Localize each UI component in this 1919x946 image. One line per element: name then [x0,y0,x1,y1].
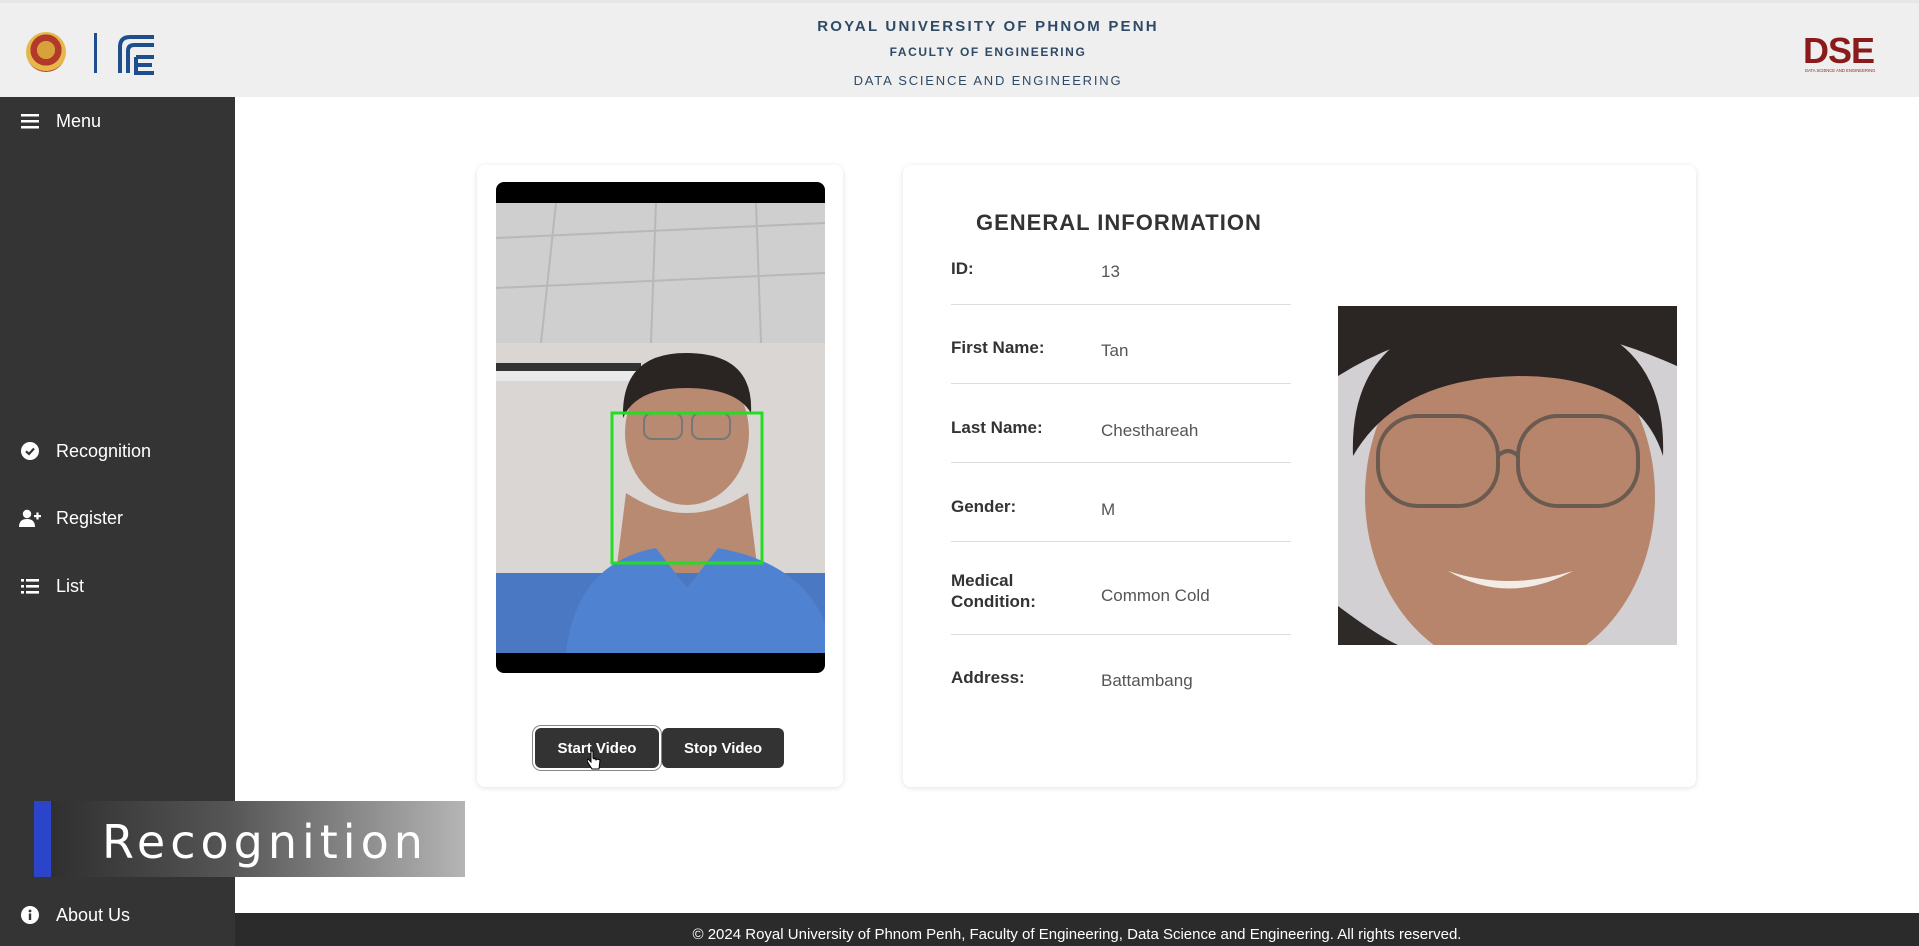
sidebar-item-list[interactable]: List [0,566,235,606]
field-divider [951,304,1291,305]
sidebar-item-register[interactable]: Register [0,498,235,538]
camera-feed-image [496,203,825,653]
sidebar-item-recognition[interactable]: Recognition [0,431,235,471]
dse-logo-subtext: DATA SCIENCE AND ENGINEERING [1805,68,1875,73]
menu-toggle[interactable]: Menu [0,101,235,141]
field-divider [951,541,1291,542]
field-divider [951,383,1291,384]
field-label-last-name: Last Name: [951,418,1043,437]
video-card: Start Video Stop Video [477,165,843,787]
dse-logo-text: DSE [1803,33,1874,71]
sidebar-item-label: List [56,575,85,596]
field-divider [951,634,1291,635]
add-user-icon [19,507,41,529]
field-label-gender: Gender: [951,497,1017,516]
field-label-id: ID: [951,259,974,278]
hamburger-icon[interactable] [19,110,41,132]
site-header: ROYAL UNIVERSITY OF PHNOM PENH FACULTY O… [0,0,1919,97]
sidebar-item-label: About Us [56,904,131,925]
field-value-gender: M [1101,500,1116,519]
info-card: GENERAL INFORMATION ID: 13 First Name: T… [903,165,1696,787]
site-footer: © 2024 Royal University of Phnom Penh, F… [235,913,1919,946]
field-value-last-name: Chesthareah [1101,421,1199,440]
caption-accent-bar [34,801,51,877]
video-feed [496,182,825,673]
stop-video-button[interactable]: Stop Video [662,728,784,768]
field-value-medical-condition: Common Cold [1101,586,1210,605]
dse-logo-icon: DSE DATA SCIENCE AND ENGINEERING [1803,33,1875,73]
menu-label: Menu [56,110,102,131]
sidebar-item-label: Register [56,507,124,528]
mouse-cursor-icon [587,750,601,770]
sidebar-item-about[interactable]: About Us [0,895,235,935]
info-title: GENERAL INFORMATION [976,210,1262,235]
field-value-first-name: Tan [1101,341,1129,360]
list-icon [19,575,41,597]
section-caption: Recognition [34,801,465,877]
field-label-first-name: First Name: [951,338,1045,357]
field-label-medical-condition: Medical Condition: [951,571,1036,611]
department-name: DATA SCIENCE AND ENGINEERING [853,73,1123,88]
field-value-address: Battambang [1101,671,1193,690]
field-value-id: 13 [1101,262,1120,281]
field-divider [951,462,1291,463]
faculty-name: FACULTY OF ENGINEERING [889,45,1087,59]
field-label-address: Address: [951,668,1025,687]
check-circle-icon [19,440,41,462]
sidebar-item-label: Recognition [56,440,152,461]
caption-text: Recognition [102,815,428,869]
university-name: ROYAL UNIVERSITY OF PHNOM PENH [817,18,1159,35]
registered-photo [1338,306,1677,645]
info-icon [19,904,41,926]
copyright-text: © 2024 Royal University of Phnom Penh, F… [692,926,1462,943]
